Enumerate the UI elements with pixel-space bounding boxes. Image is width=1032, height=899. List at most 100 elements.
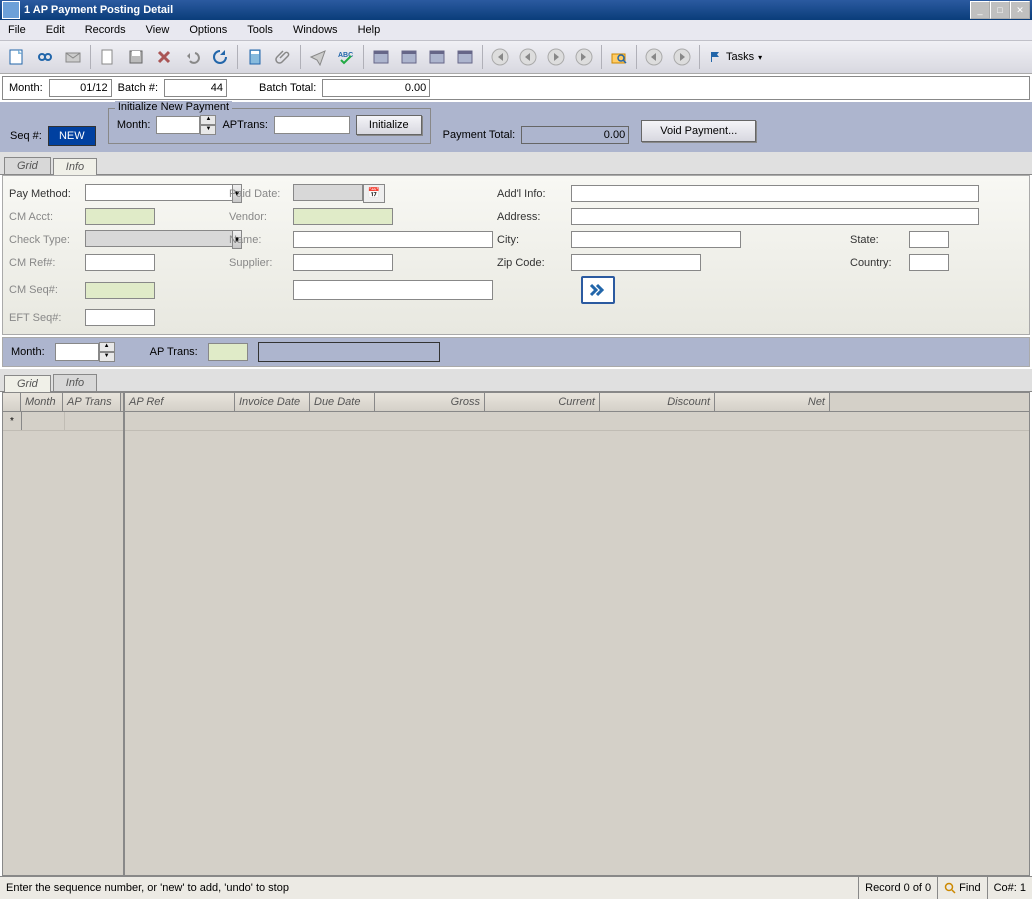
init-aptrans-field[interactable] [274, 116, 350, 134]
nav-prev-icon[interactable] [515, 44, 541, 70]
nav2-next-icon[interactable] [669, 44, 695, 70]
tab-grid-lower[interactable]: Grid [4, 375, 51, 392]
attach-icon[interactable] [270, 44, 296, 70]
window-4-icon[interactable] [452, 44, 478, 70]
supplier-field[interactable] [293, 254, 393, 271]
eft-seq-field[interactable] [85, 309, 155, 326]
batch-field[interactable] [164, 79, 227, 97]
mail-icon[interactable] [60, 44, 86, 70]
menu-help[interactable]: Help [358, 24, 381, 36]
country-field[interactable] [909, 254, 949, 271]
tab-info-upper[interactable]: Info [53, 158, 97, 175]
close-button[interactable]: ✕ [1010, 1, 1030, 19]
col-due-date[interactable]: Due Date [310, 393, 375, 411]
search-folder-icon[interactable] [606, 44, 632, 70]
address-field[interactable] [571, 208, 979, 225]
menu-options[interactable]: Options [189, 24, 227, 36]
initialize-button[interactable]: Initialize [356, 115, 422, 135]
initialize-legend: Initialize New Payment [115, 101, 232, 113]
window-3-icon[interactable] [424, 44, 450, 70]
cm-acct-field[interactable] [85, 208, 155, 225]
check-type-combo[interactable]: ▼ [85, 230, 175, 249]
spin-down-icon[interactable]: ▼ [200, 125, 216, 135]
batch-total-field [322, 79, 430, 97]
menu-windows[interactable]: Windows [293, 24, 338, 36]
send-icon[interactable] [305, 44, 331, 70]
window-1-icon[interactable] [368, 44, 394, 70]
minimize-button[interactable]: _ [970, 1, 990, 19]
menu-records[interactable]: Records [85, 24, 126, 36]
col-invoice-date[interactable]: Invoice Date [235, 393, 310, 411]
undo-icon[interactable] [179, 44, 205, 70]
window-title: 1 AP Payment Posting Detail [24, 4, 970, 16]
tab-grid-upper[interactable]: Grid [4, 157, 51, 174]
address-label: Address: [497, 211, 567, 223]
open-icon[interactable] [95, 44, 121, 70]
window-2-icon[interactable] [396, 44, 422, 70]
col-apref[interactable]: AP Ref [125, 393, 235, 411]
detail-grid[interactable]: Month AP Trans * AP Ref Invoice Date Due… [2, 392, 1030, 876]
new-record-icon[interactable] [4, 44, 30, 70]
maximize-button[interactable]: □ [990, 1, 1010, 19]
menu-edit[interactable]: Edit [46, 24, 65, 36]
col-discount[interactable]: Discount [600, 393, 715, 411]
nav2-prev-icon[interactable] [641, 44, 667, 70]
menu-tools[interactable]: Tools [247, 24, 273, 36]
cm-seq-label: CM Seq#: [9, 284, 81, 296]
nav-last-icon[interactable] [571, 44, 597, 70]
spin-up-icon[interactable]: ▲ [99, 342, 115, 352]
seq-field[interactable] [48, 126, 96, 146]
new-row-indicator[interactable]: * [3, 412, 22, 430]
menu-file[interactable]: File [8, 24, 26, 36]
paid-date-field[interactable] [293, 184, 363, 201]
save-icon[interactable] [123, 44, 149, 70]
grid-new-row[interactable] [125, 412, 1029, 431]
col-net[interactable]: Net [715, 393, 830, 411]
spin-up-icon[interactable]: ▲ [200, 115, 216, 125]
calculator-icon[interactable] [242, 44, 268, 70]
view-icon[interactable] [32, 44, 58, 70]
vendor-field[interactable] [293, 208, 393, 225]
cm-ref-field[interactable] [85, 254, 155, 271]
mid-aptrans-field[interactable] [208, 343, 248, 361]
col-month[interactable]: Month [21, 393, 63, 411]
upper-tab-row: Grid Info [0, 152, 1032, 175]
pay-method-combo[interactable]: ▼ [85, 184, 225, 203]
nav-first-icon[interactable] [487, 44, 513, 70]
pay-method-field[interactable] [85, 184, 232, 201]
city-field[interactable] [571, 231, 741, 248]
mid-month-field[interactable] [55, 343, 99, 361]
state-field[interactable] [909, 231, 949, 248]
mid-month-spinner[interactable]: ▲▼ [55, 342, 115, 362]
check-type-field[interactable] [85, 230, 232, 247]
delete-icon[interactable] [151, 44, 177, 70]
paid-date-label: Paid Date: [229, 188, 289, 200]
refresh-icon[interactable] [207, 44, 233, 70]
cm-seq-field[interactable] [85, 282, 155, 299]
toolbar: ABC Tasks ▾ [0, 41, 1032, 74]
flag-icon [710, 51, 722, 63]
extra-desc-field[interactable] [293, 280, 493, 300]
status-find[interactable]: Find [937, 877, 986, 899]
cm-acct-label: CM Acct: [9, 211, 81, 223]
init-month-spinner[interactable]: ▲▼ [156, 115, 216, 135]
col-gross[interactable]: Gross [375, 393, 485, 411]
addl-info-field[interactable] [571, 185, 979, 202]
zip-field[interactable] [571, 254, 701, 271]
col-current[interactable]: Current [485, 393, 600, 411]
init-month-field[interactable] [156, 116, 200, 134]
status-record: Record 0 of 0 [858, 877, 937, 899]
void-payment-button[interactable]: Void Payment... [641, 120, 756, 142]
calendar-icon[interactable]: 📅 [363, 184, 385, 203]
nav-next-icon[interactable] [543, 44, 569, 70]
name-field[interactable] [293, 231, 493, 248]
tasks-dropdown[interactable]: Tasks ▾ [704, 51, 768, 63]
menu-view[interactable]: View [146, 24, 170, 36]
tab-info-lower[interactable]: Info [53, 374, 97, 391]
month-field[interactable] [49, 79, 112, 97]
col-aptrans[interactable]: AP Trans [63, 393, 121, 411]
country-label: Country: [850, 257, 905, 269]
expand-button[interactable] [581, 276, 615, 304]
spellcheck-icon[interactable]: ABC [333, 44, 359, 70]
spin-down-icon[interactable]: ▼ [99, 352, 115, 362]
